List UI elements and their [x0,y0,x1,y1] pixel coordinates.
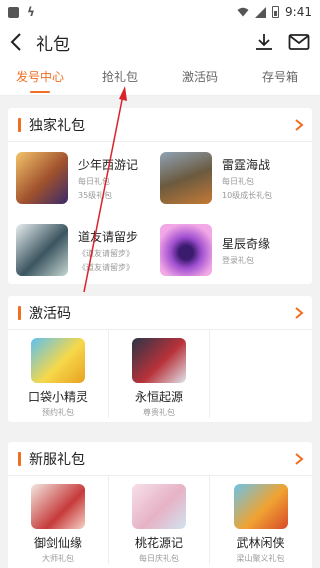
section-marker [18,117,21,132]
app-bar: 礼包 [0,24,320,60]
activation-item[interactable]: 口袋小精灵 预约礼包 [8,330,109,418]
game-icon [31,484,85,529]
game-icon [16,224,68,276]
tab-code-box[interactable]: 存号箱 [240,60,320,95]
activation-code-header[interactable]: 激活码 [8,296,312,330]
section-title: 独家礼包 [29,117,85,134]
activation-code-card: 激活码 口袋小精灵 预约礼包 永恒起源 尊贵礼包 [8,296,312,422]
back-button[interactable] [10,30,30,54]
chevron-left-icon [10,33,21,51]
exclusive-gifts-header[interactable]: 独家礼包 [8,108,312,142]
gift-line: 登录礼包 [222,255,254,265]
game-name: 御剑仙缘 [33,536,82,550]
game-name: 桃花源记 [134,536,183,550]
game-icon [160,152,212,204]
gift-line: 35级礼包 [78,190,113,200]
new-server-item[interactable]: 御剑仙缘 大师礼包 [8,476,109,564]
section-title: 激活码 [29,305,71,322]
battery-icon [272,6,280,18]
tab-activation-code[interactable]: 激活码 [160,60,240,95]
game-name: 武林闲侠 [236,536,285,550]
gift-type: 大师礼包 [42,554,74,563]
tab-code-center[interactable]: 发号中心 [0,60,80,95]
game-icon [31,338,85,383]
tab-bar: 发号中心 抢礼包 激活码 存号箱 [0,60,320,96]
status-time: 9:41 [285,5,312,19]
game-name: 道友请留步 [78,229,139,244]
download-icon[interactable] [254,32,274,52]
chevron-right-icon[interactable] [294,118,304,131]
gift-line: 每日礼包 [222,176,254,186]
game-name: 少年西游记 [78,157,139,172]
section-marker [18,305,21,320]
new-server-gifts-header[interactable]: 新服礼包 [8,442,312,476]
tab-grab-gift[interactable]: 抢礼包 [80,60,160,95]
gift-item[interactable]: 星辰奇缘 登录礼包 [160,214,304,286]
game-name: 雷霆海战 [222,157,271,172]
game-icon [132,484,186,529]
game-name: 永恒起源 [134,390,183,404]
game-name: 星辰奇缘 [222,236,271,251]
gift-line: 《道友请留步》 [78,248,134,258]
gift-line: 《道友请留步》 [78,262,134,272]
gift-type: 每日庆礼包 [139,554,179,563]
section-marker [18,451,21,466]
wifi-icon [237,7,249,17]
gift-item[interactable]: 少年西游记 每日礼包 35级礼包 [16,142,160,214]
section-title: 新服礼包 [29,451,85,468]
gift-type: 尊贵礼包 [143,408,175,417]
game-icon [160,224,212,276]
game-icon [132,338,186,383]
gift-type: 预约礼包 [42,408,74,417]
gift-item[interactable]: 雷霆海战 每日礼包 10级成长礼包 [160,142,304,214]
new-server-item[interactable]: 武林闲侠 梁山聚义礼包 [210,476,311,564]
page-title: 礼包 [36,34,70,55]
game-icon [233,484,288,529]
chevron-right-icon[interactable] [294,452,304,465]
new-server-item[interactable]: 桃花源记 每日庆礼包 [109,476,210,564]
new-server-gifts-card: 新服礼包 御剑仙缘 大师礼包 桃花源记 每日庆礼包 武林闲侠 梁山聚义礼包 [8,442,312,568]
mail-icon[interactable] [288,33,310,51]
chevron-right-icon[interactable] [294,306,304,319]
gift-line: 每日礼包 [78,176,110,186]
notification-icon [8,6,19,18]
game-name: 口袋小精灵 [27,390,88,404]
exclusive-gifts-card: 独家礼包 少年西游记 每日礼包 35级礼包 雷霆海战 每日礼包 10级成长礼包 … [8,108,312,284]
flash-icon: ϟ [27,5,35,19]
gift-type: 梁山聚义礼包 [236,554,285,563]
gift-line: 10级成长礼包 [222,190,273,200]
signal-icon [255,6,267,18]
status-bar: ϟ 9:41 [0,0,320,24]
activation-item[interactable]: 永恒起源 尊贵礼包 [109,330,210,418]
gift-item[interactable]: 道友请留步 《道友请留步》 《道友请留步》 [16,214,160,286]
game-icon [16,152,68,204]
activation-empty-slot [210,330,311,418]
